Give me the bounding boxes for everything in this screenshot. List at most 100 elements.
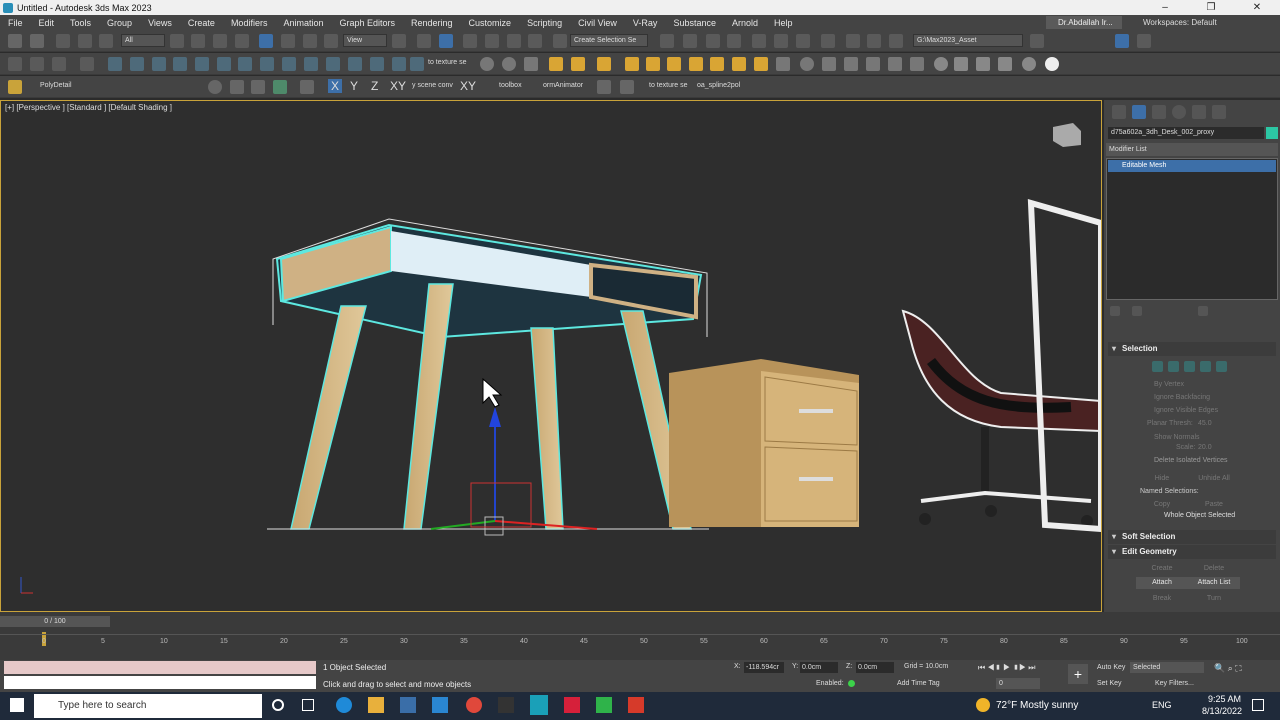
store-icon[interactable]	[400, 697, 416, 713]
cortana-icon[interactable]	[272, 699, 284, 711]
perspective-viewport[interactable]: [+] [Perspective ] [Standard ] [Default …	[0, 100, 1102, 612]
toolbox-label[interactable]: toolbox	[499, 82, 522, 89]
link-icon[interactable]	[56, 34, 70, 48]
weather-text[interactable]: 72°F Mostly sunny	[996, 700, 1078, 711]
named-selection-dropdown[interactable]: Create Selection Se	[570, 34, 648, 47]
window-crossing-icon[interactable]	[235, 34, 249, 48]
weather-icon[interactable]	[976, 698, 990, 712]
render-setup-icon[interactable]	[846, 34, 860, 48]
rect-selection-icon[interactable]	[213, 34, 227, 48]
edit-named-selections-icon[interactable]	[553, 34, 567, 48]
move-icon[interactable]	[259, 34, 273, 48]
user-account-dropdown[interactable]: Dr.Abdallah Ir...	[1046, 16, 1122, 29]
menu-group[interactable]: Group	[99, 18, 140, 28]
windows-start-icon[interactable]	[10, 698, 24, 712]
menu-edit[interactable]: Edit	[31, 18, 63, 28]
to-texture-label-2[interactable]: to texture se	[649, 82, 688, 89]
project-path-dropdown[interactable]: G:\Max2023_Asset	[913, 34, 1023, 47]
clock-date[interactable]: 8/13/2022	[1202, 706, 1242, 716]
modifier-list-dropdown[interactable]: Modifier List	[1106, 143, 1278, 156]
spinner-snap-icon[interactable]	[528, 34, 542, 48]
vray-mtl-icon[interactable]	[934, 57, 948, 71]
tool-icon-d[interactable]	[195, 57, 209, 71]
motion-tab-icon[interactable]	[1172, 105, 1186, 119]
select-object-icon[interactable]	[170, 34, 184, 48]
polygon-icon[interactable]	[1200, 361, 1211, 372]
minimize-button[interactable]: –	[1142, 0, 1188, 15]
menu-customize[interactable]: Customize	[461, 18, 520, 28]
tool-icon-k[interactable]	[348, 57, 362, 71]
tool-3-f-icon[interactable]	[597, 80, 611, 94]
vray-convert-icon[interactable]	[976, 57, 990, 71]
tool-3-g-icon[interactable]	[620, 80, 634, 94]
menu-civil-view[interactable]: Civil View	[570, 18, 625, 28]
curve-editor-icon[interactable]	[774, 34, 788, 48]
vray-ambient-icon[interactable]	[667, 57, 681, 71]
angle-snap-icon[interactable]	[485, 34, 499, 48]
menu-file[interactable]: File	[0, 18, 31, 28]
ignore-visible-edges-checkbox[interactable]: Ignore Visible Edges	[1154, 407, 1218, 414]
copy-button[interactable]: Copy	[1136, 499, 1188, 511]
snaps-toggle-icon[interactable]	[463, 34, 477, 48]
vray-scene-icon[interactable]	[998, 57, 1012, 71]
help-icon[interactable]	[52, 57, 66, 71]
env-icon[interactable]	[502, 57, 516, 71]
paste-button[interactable]: Paste	[1188, 499, 1240, 511]
tool-3-a-icon[interactable]	[208, 80, 222, 94]
show-normals-checkbox[interactable]: Show Normals	[1154, 434, 1200, 441]
tool-icon-a[interactable]	[130, 57, 144, 71]
project-folder-icon[interactable]	[1030, 34, 1044, 48]
selection-rollout-header[interactable]: Selection	[1108, 342, 1276, 356]
workspaces-selector[interactable]: Workspaces: Default	[1143, 15, 1217, 30]
playback-controls[interactable]: ⏮ ◀▮ ▶ ▮▶ ⏭	[978, 663, 1036, 673]
taskbar-search[interactable]: Type here to search	[34, 694, 262, 718]
key-filters-button[interactable]: Key Filters...	[1155, 680, 1194, 687]
cabinet[interactable]	[669, 359, 859, 527]
camtasia-icon[interactable]	[596, 697, 612, 713]
object-name-field[interactable]: d75a602a_3dh_Desk_002_proxy	[1108, 127, 1264, 139]
clock-time[interactable]: 9:25 AM	[1208, 694, 1241, 704]
configure-sets-icon[interactable]	[1198, 306, 1208, 316]
element-icon[interactable]	[1216, 361, 1227, 372]
tool-3-d-icon[interactable]	[273, 80, 287, 94]
menu-animation[interactable]: Animation	[275, 18, 331, 28]
menu-graph-editors[interactable]: Graph Editors	[331, 18, 403, 28]
tool-icon-e[interactable]	[217, 57, 231, 71]
snap-grid-icon[interactable]	[8, 57, 22, 71]
maxscript-listener[interactable]	[4, 661, 316, 674]
notifications-icon[interactable]	[1252, 699, 1264, 711]
tool-3-c-icon[interactable]	[251, 80, 265, 94]
vray-plane-icon[interactable]	[776, 57, 790, 71]
vray-logo-icon[interactable]	[1045, 57, 1059, 71]
tool-3-e-icon[interactable]	[300, 80, 314, 94]
toggle-panel-icon[interactable]	[1115, 34, 1129, 48]
scale-spinner[interactable]: 20.0	[1198, 444, 1212, 451]
vray-fur-icon[interactable]	[732, 57, 746, 71]
vray-camera-icon[interactable]	[689, 57, 703, 71]
menu-vray[interactable]: V-Ray	[625, 18, 666, 28]
enabled-indicator-icon[interactable]	[848, 680, 855, 687]
menu-substance[interactable]: Substance	[665, 18, 724, 28]
maxscript-input[interactable]	[4, 676, 316, 689]
script-icon[interactable]	[80, 57, 94, 71]
vray-vol-icon[interactable]	[888, 57, 902, 71]
vray-sun-icon[interactable]	[597, 57, 611, 71]
restore-button[interactable]: ❐	[1188, 0, 1234, 15]
polydetail-icon[interactable]	[8, 80, 22, 94]
time-slider[interactable]: 0 / 100	[0, 616, 110, 627]
planar-thresh-spinner[interactable]: 45.0	[1198, 420, 1212, 427]
select-manipulate-icon[interactable]	[417, 34, 431, 48]
stack-item-editable-mesh[interactable]: Editable Mesh	[1108, 160, 1276, 172]
utilities-tab-icon[interactable]	[1212, 105, 1226, 119]
z-coordinate-field[interactable]: 0.0cm	[856, 662, 894, 673]
vray-sphere-icon[interactable]	[800, 57, 814, 71]
axis-y-button[interactable]: Y	[350, 79, 358, 93]
tool-icon-l[interactable]	[370, 57, 384, 71]
set-key-button[interactable]: Set Key	[1097, 680, 1122, 687]
schematic-view-icon[interactable]	[796, 34, 810, 48]
unhide-all-button[interactable]: Unhide All	[1188, 473, 1240, 485]
create-button[interactable]: Create	[1136, 563, 1188, 575]
chrome-icon[interactable]	[466, 697, 482, 713]
modify-tab-icon[interactable]	[1132, 105, 1146, 119]
orm-animator-label[interactable]: ormAnimator	[543, 82, 583, 89]
